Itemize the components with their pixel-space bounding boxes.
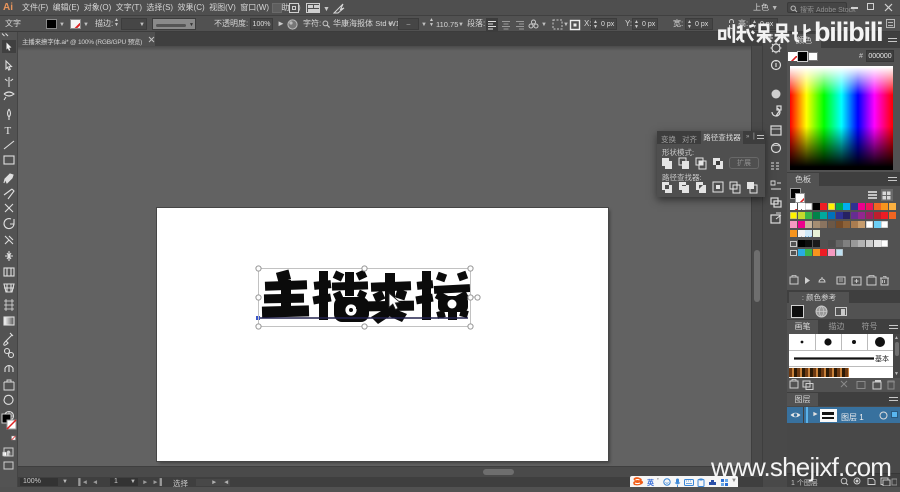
svg-text:T: T [5, 125, 12, 137]
